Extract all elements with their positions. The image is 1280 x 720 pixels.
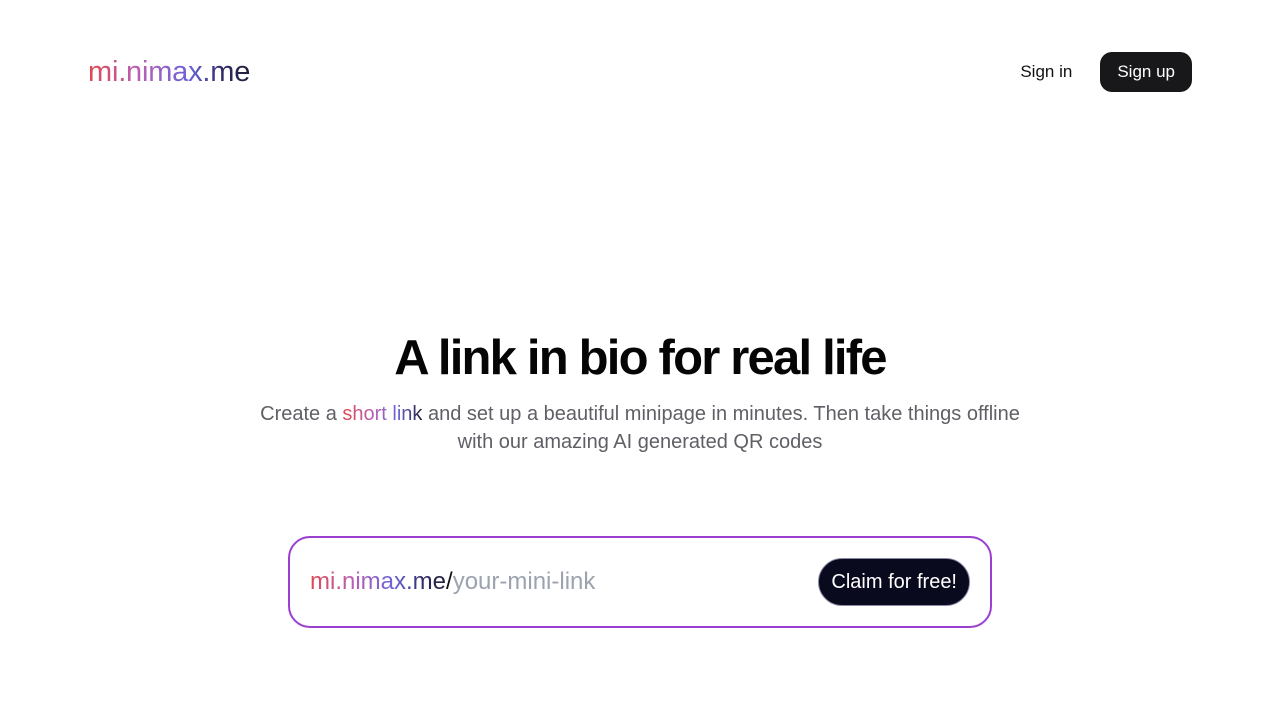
site-header: mi.nimax.me Sign in Sign up xyxy=(88,52,1192,92)
claim-link-form: mi.nimax.me / Claim for free! xyxy=(288,536,992,628)
logo-link[interactable]: mi.nimax.me xyxy=(88,57,250,87)
sign-up-button[interactable]: Sign up xyxy=(1100,52,1192,92)
hero-subtitle: Create a short link and set up a beautif… xyxy=(240,400,1040,456)
hero-subtitle-start: Create a xyxy=(260,403,343,425)
short-link-highlight: short link xyxy=(342,403,423,425)
claim-button[interactable]: Claim for free! xyxy=(818,558,970,606)
hero-subtitle-end: and set up a beautiful minipage in minut… xyxy=(422,403,1020,453)
landing-page: mi.nimax.me Sign in Sign up A link in bi… xyxy=(0,0,1280,720)
claim-domain-prefix: mi.nimax.me xyxy=(310,568,447,595)
sign-in-link[interactable]: Sign in xyxy=(1020,62,1072,82)
auth-nav: Sign in Sign up xyxy=(1020,52,1192,92)
claim-slash: / xyxy=(446,568,453,595)
mini-link-input[interactable] xyxy=(452,562,807,602)
hero-title: A link in bio for real life xyxy=(394,331,887,385)
